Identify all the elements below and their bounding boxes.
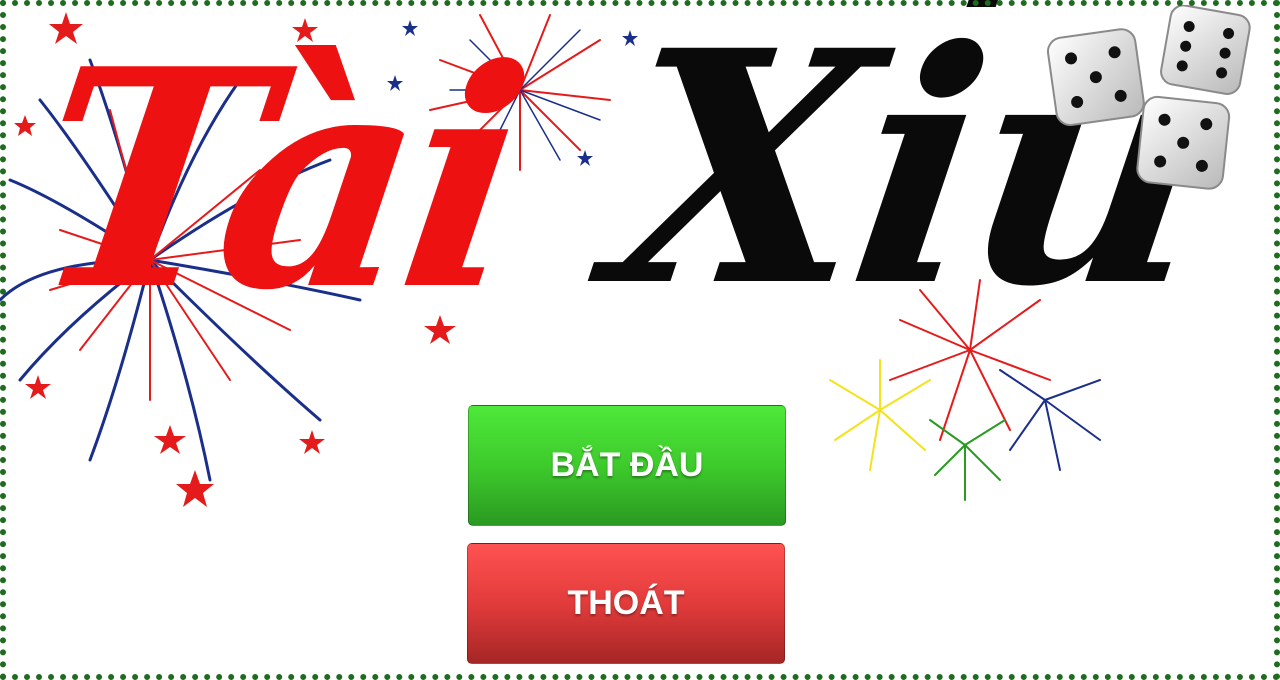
exit-button[interactable]: THOÁT [467, 543, 785, 664]
start-button[interactable]: BẮT ĐẦU [468, 405, 786, 526]
die-2 [1160, 5, 1251, 95]
die-1 [1046, 28, 1145, 127]
title-tai: Tài [15, 3, 538, 356]
dice-icon [1046, 5, 1251, 190]
die-3 [1136, 95, 1231, 190]
